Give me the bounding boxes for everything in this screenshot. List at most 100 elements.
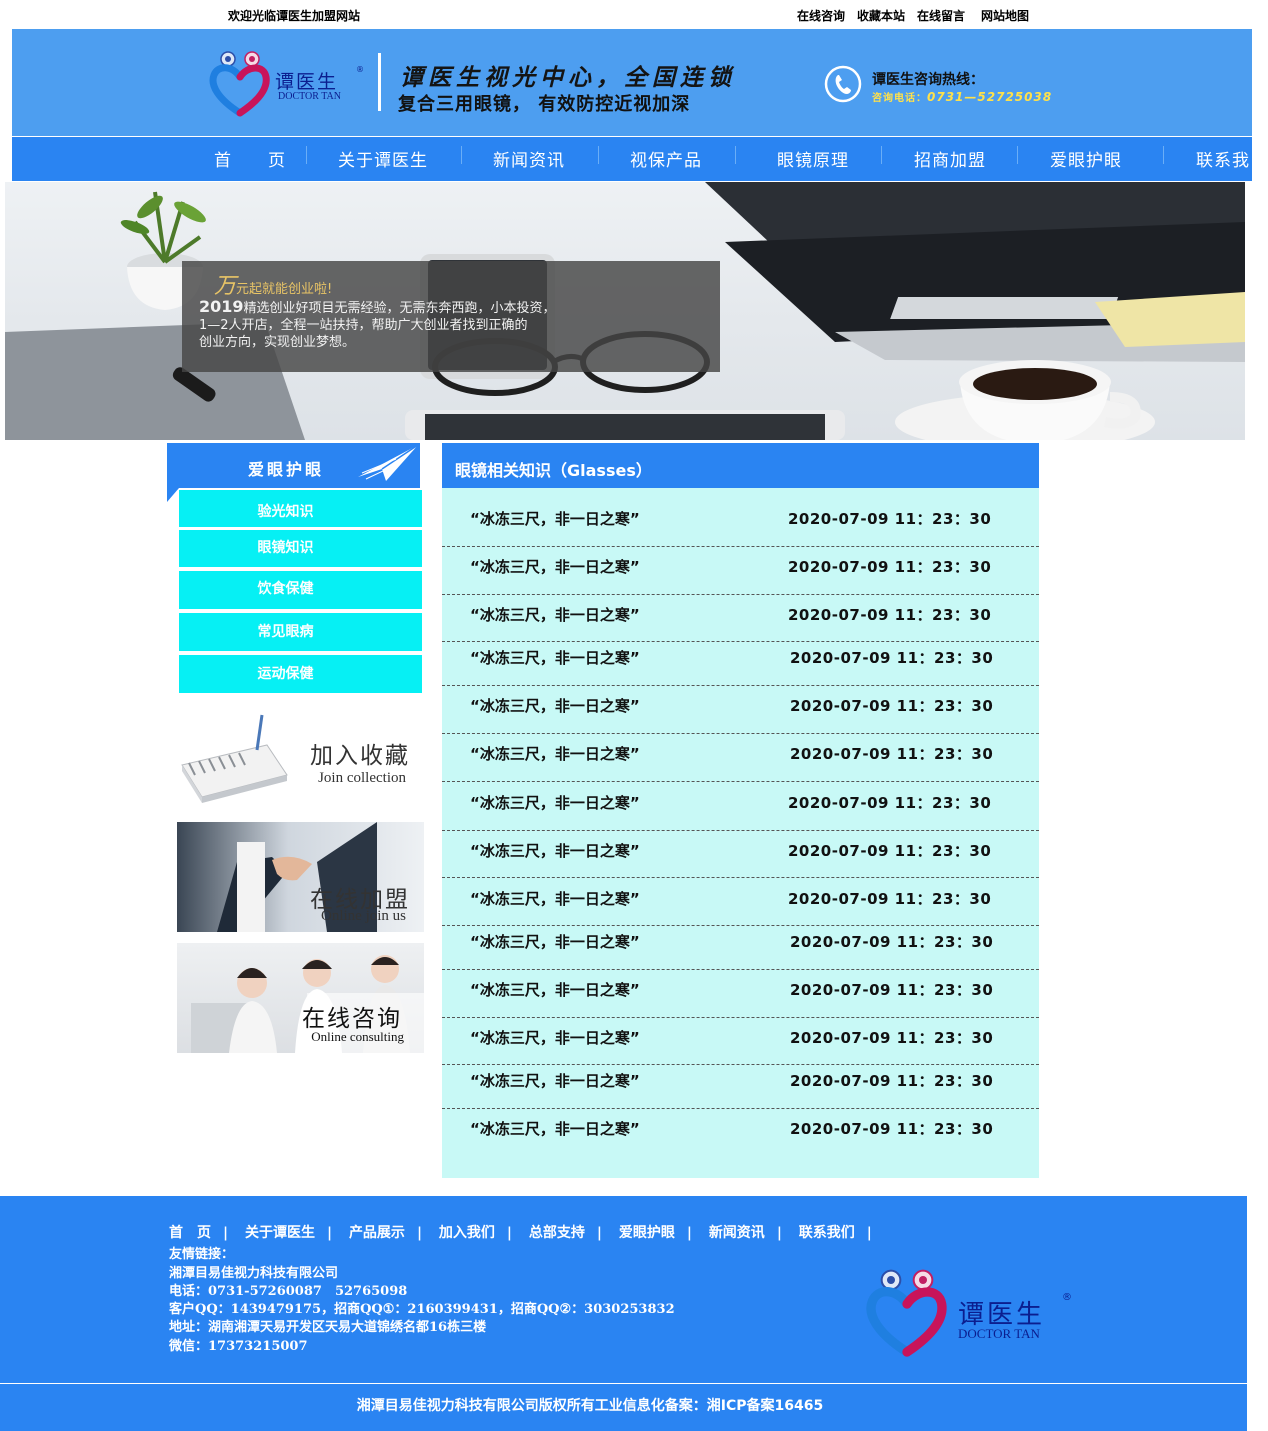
promo-online-join[interactable]: 在线加盟 Online join us (177, 822, 424, 932)
list-item-title[interactable]: “冰冻三尺，非一日之寒” (470, 840, 640, 861)
sidebar-item-label: 验光知识 (257, 504, 314, 520)
list-item-title[interactable]: “冰冻三尺，非一日之寒” (470, 604, 640, 625)
list-divider (442, 1017, 1039, 1018)
nav-separator (598, 146, 599, 164)
list-item-title[interactable]: “冰冻三尺，非一日之寒” (470, 979, 640, 1000)
nav-item-news[interactable]: 新闻资讯 (493, 146, 565, 171)
footer-link-support[interactable]: 总部支持 (529, 1225, 585, 1241)
top-links: 在线咨询 收藏本站 在线留言 网站地图 (797, 7, 1029, 24)
nav-item-eyecare[interactable]: 爱眼护眼 (1050, 146, 1122, 171)
list-divider (442, 594, 1039, 595)
list-item-title[interactable]: “冰冻三尺，非一日之寒” (470, 556, 640, 577)
slogan-line-2: 复合三用眼镜， 有效防控近视加深 (398, 94, 691, 115)
footer-company[interactable]: 湘潭目易佳视力科技有限公司 (169, 1262, 338, 1281)
list-item-title[interactable]: “冰冻三尺，非一日之寒” (470, 888, 640, 909)
sidebar-item-exercise[interactable]: 运动保健 (179, 655, 422, 693)
list-divider (442, 925, 1039, 926)
logo-heart-icon (866, 1269, 947, 1357)
footer-qq: 客户QQ：1439479175，招商QQ①：2160399431，招商QQ②：3… (169, 1302, 675, 1317)
list-item-date: 2020-07-09 11：23：30 (790, 745, 994, 763)
sidebar-title: 爱眼护眼 (248, 460, 325, 479)
nav-separator (1163, 146, 1164, 164)
footer-link-products[interactable]: 产品展示 (349, 1225, 405, 1241)
footer-link-news[interactable]: 新闻资讯 (709, 1225, 765, 1241)
list-item-title[interactable]: “冰冻三尺，非一日之寒” (470, 508, 640, 529)
list-item-date: 2020-07-09 11：23：30 (788, 510, 992, 528)
nav-separator (306, 146, 307, 164)
list-item-date: 2020-07-09 11：23：30 (790, 981, 994, 999)
footer-link-home[interactable]: 首 页 (169, 1225, 211, 1241)
list-item-date: 2020-07-09 11：23：30 (790, 1120, 994, 1138)
sidebar-item-label: 饮食保健 (257, 581, 314, 597)
promo-online-join-subtitle: Online join us (321, 908, 406, 924)
footer-link-join[interactable]: 加入我们 (439, 1225, 495, 1241)
logo-registered-mark: ® (356, 65, 364, 74)
list-item-title[interactable]: “冰冻三尺，非一日之寒” (470, 792, 640, 813)
list-divider (442, 877, 1039, 878)
footer-address: 地址：湖南湘潭天易开发区天易大道锦绣名都16栋三楼 (169, 1320, 487, 1335)
promo-join-collection-subtitle: Join collection (318, 770, 406, 786)
list-divider (442, 781, 1039, 782)
list-item-title[interactable]: “冰冻三尺，非一日之寒” (470, 695, 640, 716)
footer-nav-separator: | (326, 1225, 333, 1241)
top-link-consult[interactable]: 在线咨询 (797, 7, 845, 24)
list-item-title[interactable]: “冰冻三尺，非一日之寒” (470, 1070, 640, 1091)
list-item-date: 2020-07-09 11：23：30 (790, 933, 994, 951)
list-item-date: 2020-07-09 11：23：30 (788, 890, 992, 908)
banner-caption-year: 2019 (199, 297, 244, 316)
banner-caption-line-1: 精选创业好项目无需经验，无需东奔西跑，小本投资， (243, 301, 556, 316)
banner-caption-line-2: 1—2人开店，全程一站扶持，帮助广大创业者找到正确的 (199, 318, 528, 333)
top-link-sitemap[interactable]: 网站地图 (981, 7, 1029, 24)
list-divider (442, 1108, 1039, 1109)
nav-item-contact[interactable]: 联系我 (1196, 146, 1250, 171)
nav-item-home[interactable]: 首 页 (214, 146, 286, 171)
site-logo[interactable]: 谭医生 ® DOCTOR TAN (208, 47, 368, 119)
footer-logo-english-name: DOCTOR TAN (958, 1326, 1040, 1341)
list-divider (442, 641, 1039, 642)
sidebar-item-eye-diseases[interactable]: 常见眼病 (179, 613, 422, 651)
sidebar-header-notch (167, 488, 179, 502)
list-item-title[interactable]: “冰冻三尺，非一日之寒” (470, 1027, 640, 1048)
footer-link-contact[interactable]: 联系我们 (799, 1225, 855, 1241)
list-item-title[interactable]: “冰冻三尺，非一日之寒” (470, 1118, 640, 1139)
footer-nav-separator: | (776, 1225, 782, 1241)
promo-online-consulting[interactable]: 在线咨询 Online consulting (177, 943, 424, 1053)
footer-link-about[interactable]: 关于谭医生 (245, 1225, 315, 1241)
footer-nav-separator: | (416, 1225, 423, 1241)
banner-caption-big-char: 万 (214, 274, 237, 299)
footer-logo-registered-mark: ® (1062, 1292, 1072, 1303)
footer-nav-separator: | (686, 1225, 692, 1241)
nav-item-franchise[interactable]: 招商加盟 (914, 146, 986, 171)
list-item-date: 2020-07-09 11：23：30 (790, 649, 994, 667)
top-link-message[interactable]: 在线留言 (917, 7, 965, 24)
nav-item-about[interactable]: 关于谭医生 (338, 146, 428, 171)
footer-nav: 首 页 | 关于谭医生 | 产品展示 | 加入我们 | 总部支持 | 爱眼护眼 | 新闻资讯… (169, 1222, 884, 1242)
sidebar-item-glasses[interactable]: 眼镜知识 (179, 530, 422, 567)
list-item-date: 2020-07-09 11：23：30 (788, 606, 992, 624)
sidebar-item-optometry[interactable]: 验光知识 (179, 490, 422, 527)
footer-logo: 谭医生 ® DOCTOR TAN (862, 1264, 1072, 1360)
welcome-text: 欢迎光临谭医生加盟网站 (228, 9, 361, 23)
list-divider (442, 830, 1039, 831)
list-divider (442, 685, 1039, 686)
sidebar-item-diet[interactable]: 饮食保健 (179, 571, 422, 609)
phone-icon (824, 65, 862, 103)
nav-item-principle[interactable]: 眼镜原理 (777, 146, 849, 171)
list-item-date: 2020-07-09 11：23：30 (788, 794, 992, 812)
list-item-title[interactable]: “冰冻三尺，非一日之寒” (470, 931, 640, 952)
top-bar (0, 0, 1268, 28)
sidebar-item-label: 常见眼病 (257, 624, 314, 640)
list-item-title[interactable]: “冰冻三尺，非一日之寒” (470, 647, 640, 668)
article-list-title: 眼镜相关知识（Glasses） (455, 461, 652, 480)
list-divider (442, 546, 1039, 547)
promo-join-collection[interactable]: 加入收藏 Join collection (177, 700, 424, 810)
list-item-date: 2020-07-09 11：23：30 (790, 1072, 994, 1090)
nav-item-products[interactable]: 视保产品 (630, 146, 702, 171)
top-link-bookmark[interactable]: 收藏本站 (857, 7, 905, 24)
copyright-text: 湘潭目易佳视力科技有限公司版权所有工业信息化备案：湘ICP备案16465 (356, 1398, 824, 1414)
footer-link-eyecare[interactable]: 爱眼护眼 (619, 1225, 675, 1241)
list-item-title[interactable]: “冰冻三尺，非一日之寒” (470, 743, 640, 764)
nav-separator (881, 146, 882, 164)
slogan-line-1: 谭医生视光中心，全国连锁 (400, 64, 736, 91)
logo-heart-icon (209, 51, 270, 117)
